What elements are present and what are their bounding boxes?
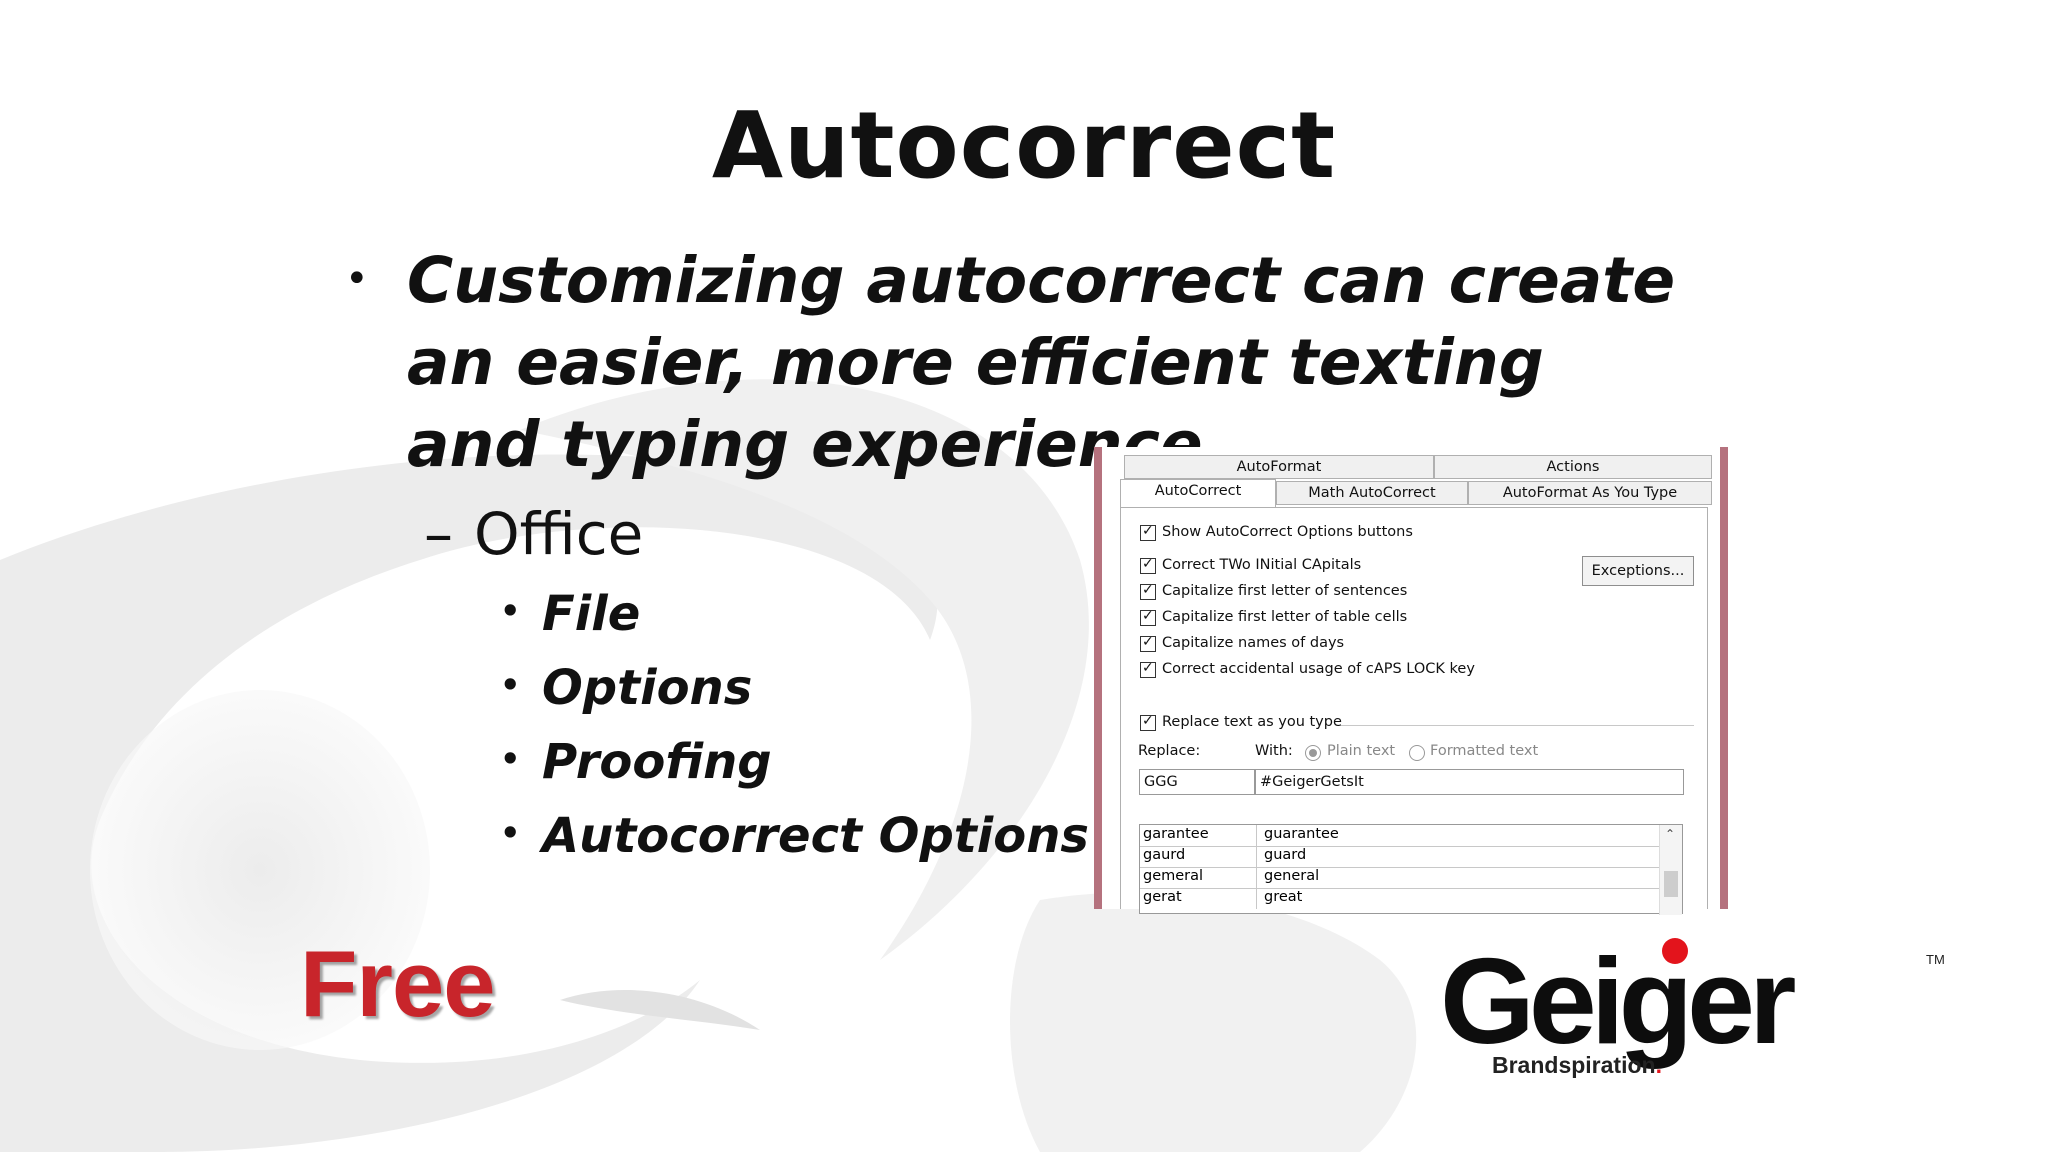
checkbox-label: Show AutoCorrect Options buttons bbox=[1162, 524, 1413, 540]
replace-input[interactable]: GGG bbox=[1139, 769, 1255, 795]
checkbox-checked[interactable] bbox=[1140, 608, 1156, 626]
tab-autoformat-as-you-type[interactable]: AutoFormat As You Type bbox=[1468, 481, 1712, 505]
with-input[interactable]: #GeigerGetsIt bbox=[1255, 769, 1684, 795]
scroll-thumb[interactable] bbox=[1664, 871, 1678, 897]
list-item[interactable]: gemeral general bbox=[1140, 867, 1660, 889]
list-item-replace: gaurd bbox=[1143, 847, 1186, 863]
sub-sub-bullet-text: Autocorrect Options bbox=[542, 808, 1089, 864]
list-item[interactable]: garantee guarantee bbox=[1140, 825, 1660, 847]
checkbox-label: Correct accidental usage of cAPS LOCK ke… bbox=[1162, 661, 1475, 677]
checkbox-checked[interactable] bbox=[1140, 634, 1156, 652]
sub-sub-bullet-text: File bbox=[542, 586, 641, 642]
geiger-logo: Geiger TM Brandspiration. bbox=[1440, 933, 1960, 1080]
column-divider bbox=[1256, 867, 1257, 888]
chevron-up-icon[interactable]: ⌃ bbox=[1665, 827, 1675, 841]
checkbox-checked[interactable] bbox=[1140, 582, 1156, 600]
exceptions-button[interactable]: Exceptions... bbox=[1582, 556, 1694, 586]
tab-autocorrect[interactable]: AutoCorrect bbox=[1120, 479, 1276, 507]
checkbox-label: Capitalize first letter of sentences bbox=[1162, 583, 1408, 599]
checkbox-label: Capitalize first letter of table cells bbox=[1162, 609, 1408, 625]
list-item-with: general bbox=[1264, 868, 1320, 884]
logo-tagline-text: Brandspiration bbox=[1492, 1052, 1656, 1078]
formatted-text-radio[interactable] bbox=[1409, 745, 1425, 761]
list-item-with: great bbox=[1264, 889, 1303, 905]
logo-trademark: TM bbox=[1926, 952, 1945, 967]
checkbox-checked[interactable] bbox=[1140, 660, 1156, 678]
list-scrollbar[interactable]: ⌃ bbox=[1659, 825, 1682, 915]
bullet-symbol: • bbox=[500, 740, 521, 778]
logo-red-dot bbox=[1662, 938, 1688, 964]
group-divider bbox=[1340, 725, 1694, 726]
list-item-with: guard bbox=[1264, 847, 1307, 863]
formatted-text-label: Formatted text bbox=[1430, 743, 1539, 759]
bullet-symbol: • bbox=[500, 666, 521, 704]
list-item-replace: gerat bbox=[1143, 889, 1182, 905]
list-item-with: guarantee bbox=[1264, 826, 1339, 842]
plain-text-radio[interactable] bbox=[1305, 745, 1321, 761]
plain-text-label: Plain text bbox=[1327, 743, 1396, 759]
free-badge: Free bbox=[300, 931, 496, 1036]
logo-tagline-dot: . bbox=[1655, 1052, 1662, 1078]
sub-bullet-dash: – bbox=[424, 500, 453, 568]
list-item-replace: garantee bbox=[1143, 826, 1209, 842]
replacement-list[interactable]: garantee guarantee gaurd guard gemeral g… bbox=[1139, 824, 1683, 915]
tab-actions[interactable]: Actions bbox=[1434, 455, 1712, 479]
checkbox-checked[interactable] bbox=[1140, 556, 1156, 574]
with-label: With: bbox=[1255, 743, 1293, 759]
replace-label: Replace: bbox=[1138, 743, 1201, 759]
list-item[interactable]: gerat great bbox=[1140, 888, 1660, 909]
sub-sub-bullet-text: Options bbox=[542, 660, 753, 716]
column-divider bbox=[1256, 825, 1257, 846]
sub-bullet-text: Office bbox=[474, 500, 644, 568]
checkbox-label: Replace text as you type bbox=[1162, 714, 1342, 730]
checkbox-checked[interactable] bbox=[1140, 713, 1156, 731]
sub-sub-bullet-text: Proofing bbox=[542, 734, 772, 790]
checkbox-label: Capitalize names of days bbox=[1162, 635, 1345, 651]
bullet-symbol: • bbox=[500, 592, 521, 630]
bullet-symbol: • bbox=[500, 814, 521, 852]
tab-math-autocorrect[interactable]: Math AutoCorrect bbox=[1276, 481, 1468, 505]
logo-tagline: Brandspiration. bbox=[1492, 1052, 1662, 1079]
list-item[interactable]: gaurd guard bbox=[1140, 846, 1660, 868]
bullet-symbol: • bbox=[345, 256, 369, 302]
checkbox-label: Correct TWo INitial CApitals bbox=[1162, 557, 1362, 573]
tab-autoformat[interactable]: AutoFormat bbox=[1124, 455, 1434, 479]
column-divider bbox=[1256, 846, 1257, 867]
column-divider bbox=[1256, 888, 1257, 909]
list-item-replace: gemeral bbox=[1143, 868, 1204, 884]
logo-wordmark: Geiger bbox=[1440, 933, 1796, 1069]
checkbox-checked[interactable] bbox=[1140, 523, 1156, 541]
slide-title: Autocorrect bbox=[711, 92, 1337, 199]
